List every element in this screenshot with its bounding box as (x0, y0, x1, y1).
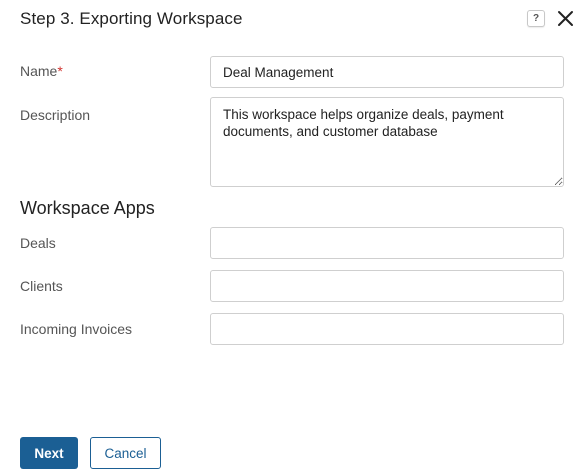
clients-label: Clients (20, 278, 63, 294)
name-input[interactable] (210, 56, 564, 88)
deals-label: Deals (20, 235, 56, 251)
name-label-row: Name* (20, 63, 63, 79)
help-icon[interactable]: ? (527, 10, 545, 27)
dialog-title: Step 3. Exporting Workspace (20, 9, 243, 28)
deals-input[interactable] (210, 227, 564, 259)
description-textarea[interactable]: This workspace helps organize deals, pay… (210, 97, 564, 187)
required-mark: * (57, 63, 63, 79)
workspace-apps-heading: Workspace Apps (20, 198, 155, 218)
next-button[interactable]: Next (20, 437, 78, 469)
clients-input[interactable] (210, 270, 564, 302)
export-workspace-dialog: Step 3. Exporting Workspace ? Name* Desc… (0, 0, 584, 471)
incoming-invoices-label: Incoming Invoices (20, 321, 133, 337)
cancel-button[interactable]: Cancel (90, 437, 161, 469)
close-icon[interactable] (556, 9, 575, 28)
incoming-invoices-input[interactable] (210, 313, 564, 345)
name-label: Name (20, 63, 58, 79)
description-label: Description (20, 107, 91, 123)
